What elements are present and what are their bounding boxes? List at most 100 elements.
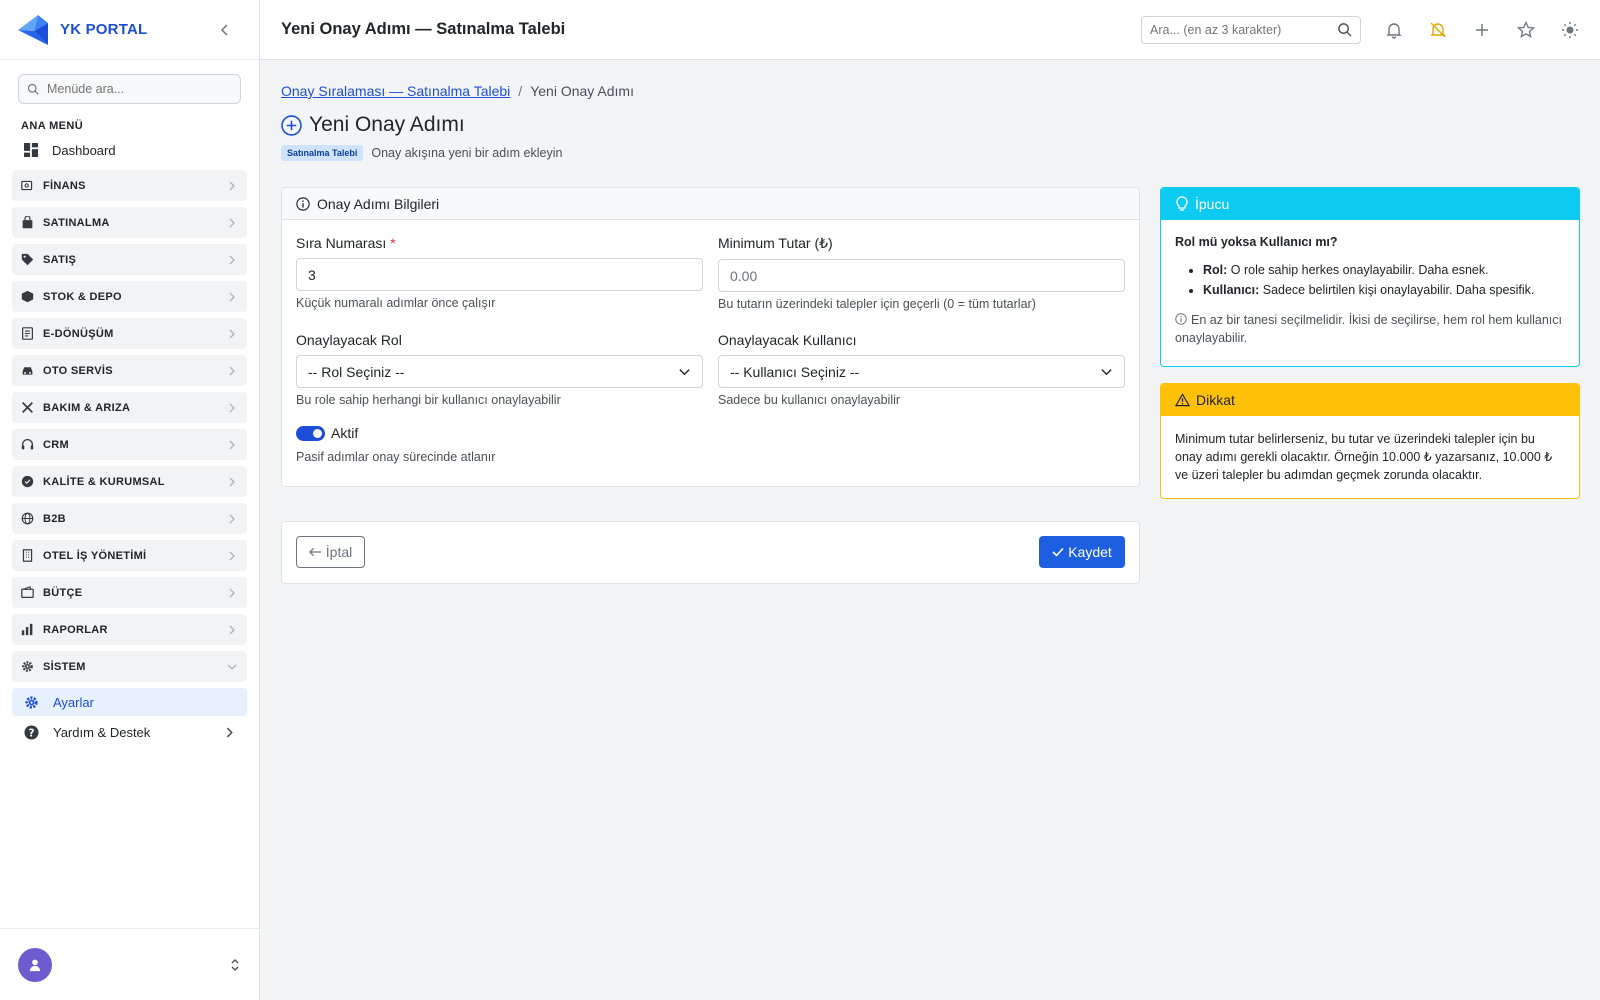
finance-icon [21, 180, 33, 191]
user-select[interactable]: -- Kullanıcı Seçiniz -- [718, 355, 1125, 388]
sidebar-group-label: SATINALMA [43, 216, 110, 229]
chevron-updown-icon[interactable] [229, 958, 241, 972]
sidebar-group-finans[interactable]: FİNANS [12, 170, 247, 201]
user-hint: Sadece bu kullanıcı onaylayabilir [718, 393, 901, 407]
active-toggle[interactable] [296, 425, 325, 441]
sidebar-item-label: Yardım & Destek [53, 724, 151, 740]
sidebar-group-oto-servis[interactable]: OTO SERVİS [12, 355, 247, 386]
min-amount-hint: Bu tutarın üzerindeki talepler için geçe… [718, 297, 1036, 311]
order-value: 3 [308, 266, 316, 283]
sidebar-item-dashboard[interactable]: Dashboard [12, 136, 247, 164]
cancel-button[interactable]: İptal [296, 536, 365, 568]
user-footer[interactable] [0, 928, 259, 1000]
sidebar-item-ayarlar[interactable]: Ayarlar [12, 688, 247, 716]
min-amount-input[interactable]: 0.00 [718, 259, 1125, 292]
form-card-title: Onay Adımı Bilgileri [317, 195, 440, 212]
breadcrumb-current: Yeni Onay Adımı [530, 83, 634, 99]
sidebar-group-label: OTO SERVİS [43, 364, 113, 377]
sidebar-group-b2b[interactable]: B2B [12, 503, 247, 534]
chevron-left-icon[interactable] [217, 22, 233, 38]
info-circle-icon [296, 196, 310, 211]
plus-icon[interactable] [1473, 21, 1491, 39]
document-icon [22, 327, 33, 340]
topbar-title: Yeni Onay Adımı — Satınalma Talebi [281, 20, 566, 38]
chevron-down-icon [1101, 369, 1112, 376]
order-hint: Küçük numaralı adımlar önce çalışır [296, 296, 496, 310]
chevron-right-icon [229, 329, 235, 338]
sidebar-group-stok-depo[interactable]: STOK & DEPO [12, 281, 247, 312]
sidebar-group-label: STOK & DEPO [43, 290, 122, 303]
menu-search-input[interactable] [47, 82, 227, 96]
warning-card-header: Dikkat [1161, 384, 1579, 416]
avatar[interactable] [18, 947, 52, 982]
sidebar-group-label: E-DÖNÜŞÜM [43, 327, 114, 340]
chevron-right-icon [229, 477, 235, 486]
bar-chart-icon [21, 623, 33, 636]
global-search[interactable] [1141, 15, 1361, 44]
required-mark: * [390, 235, 396, 251]
status-badge: Satınalma Talebi [281, 145, 364, 161]
sidebar-group-otel[interactable]: OTEL İŞ YÖNETİMİ [12, 540, 247, 571]
sidebar-group-raporlar[interactable]: RAPORLAR [12, 614, 247, 645]
sidebar-group-satinalma[interactable]: SATINALMA [12, 207, 247, 238]
sidebar-group-label: B2B [43, 512, 66, 525]
tag-icon [21, 253, 34, 266]
save-button[interactable]: Kaydet [1039, 536, 1125, 568]
global-search-input[interactable] [1150, 22, 1330, 37]
sidebar-item-help[interactable]: ? Yardım & Destek [12, 718, 247, 746]
sidebar-group-e-donusum[interactable]: E-DÖNÜŞÜM [12, 318, 247, 349]
star-icon[interactable] [1517, 20, 1535, 39]
bell-off-icon[interactable] [1429, 21, 1447, 39]
role-selected: -- Rol Seçiniz -- [308, 363, 405, 380]
chevron-right-icon [229, 514, 235, 523]
brand-name: YK PORTAL [60, 21, 148, 38]
sun-icon[interactable] [1561, 21, 1579, 39]
sidebar-group-satis[interactable]: SATIŞ [12, 244, 247, 275]
breadcrumb-parent-link[interactable]: Onay Sıralaması — Satınalma Talebi [281, 83, 510, 99]
sidebar-group-sistem[interactable]: SİSTEM [12, 651, 247, 682]
form-card-header: Onay Adımı Bilgileri [282, 188, 1139, 220]
user-label: Onaylayacak Kullanıcı [718, 332, 857, 348]
order-input[interactable]: 3 [296, 258, 703, 291]
chevron-down-icon [227, 664, 237, 670]
car-icon [22, 367, 33, 375]
tip-list: Rol: O role sahip herkes onaylayabilir. … [1203, 263, 1565, 297]
sidebar-group-label: CRM [43, 438, 69, 451]
tip-card-title: İpucu [1195, 196, 1230, 212]
sidebar-group-bakim-ariza[interactable]: BAKIM & ARIZA [12, 392, 247, 423]
menu-heading: ANA MENÜ [21, 120, 84, 132]
check-icon [1052, 547, 1064, 557]
save-label: Kaydet [1068, 544, 1112, 560]
tip-body: Rol mü yoksa Kullanıcı mı? Rol: O role s… [1161, 220, 1579, 347]
chevron-right-icon [229, 366, 235, 375]
building-icon [22, 549, 33, 562]
tools-icon [22, 402, 33, 413]
list-item: Rol: O role sahip herkes onaylayabilir. … [1203, 263, 1565, 277]
sidebar-group-butce[interactable]: BÜTÇE [12, 577, 247, 608]
sidebar-group-kalite-kurumsal[interactable]: KALİTE & KURUMSAL [12, 466, 247, 497]
plus-circle-icon [281, 114, 302, 136]
box-icon [21, 290, 34, 303]
sidebar-group-label: OTEL İŞ YÖNETİMİ [43, 549, 147, 562]
role-select[interactable]: -- Rol Seçiniz -- [296, 355, 703, 388]
wallet-icon [21, 586, 34, 598]
sidebar-group-crm[interactable]: CRM [12, 429, 247, 460]
menu-search[interactable] [18, 74, 241, 104]
sidebar-group-label: SİSTEM [43, 660, 86, 673]
page-subtitle: Satınalma Talebi Onay akışına yeni bir a… [281, 145, 1580, 161]
search-icon [27, 83, 39, 95]
role-field: Onaylayacak Rol -- Rol Seçiniz -- Bu rol… [296, 332, 703, 407]
sidebar: YK PORTAL ANA MENÜ Dashboard FİNANS SATI… [0, 0, 260, 1000]
chevron-down-icon [679, 369, 690, 376]
warning-card: Dikkat Minimum tutar belirlerseniz, bu t… [1160, 383, 1580, 499]
dashboard-icon [24, 143, 38, 157]
logo-icon [18, 14, 48, 45]
menu-groups: FİNANS SATINALMA SATIŞ STOK & DEPO E-DÖN… [0, 170, 259, 746]
shopping-bag-icon [22, 216, 33, 229]
bell-icon[interactable] [1385, 21, 1403, 39]
sidebar-group-label: KALİTE & KURUMSAL [43, 475, 165, 488]
action-card: İptal Kaydet [281, 521, 1140, 584]
chevron-right-icon [229, 551, 235, 560]
search-icon[interactable] [1337, 22, 1352, 37]
chevron-right-icon [229, 181, 235, 190]
